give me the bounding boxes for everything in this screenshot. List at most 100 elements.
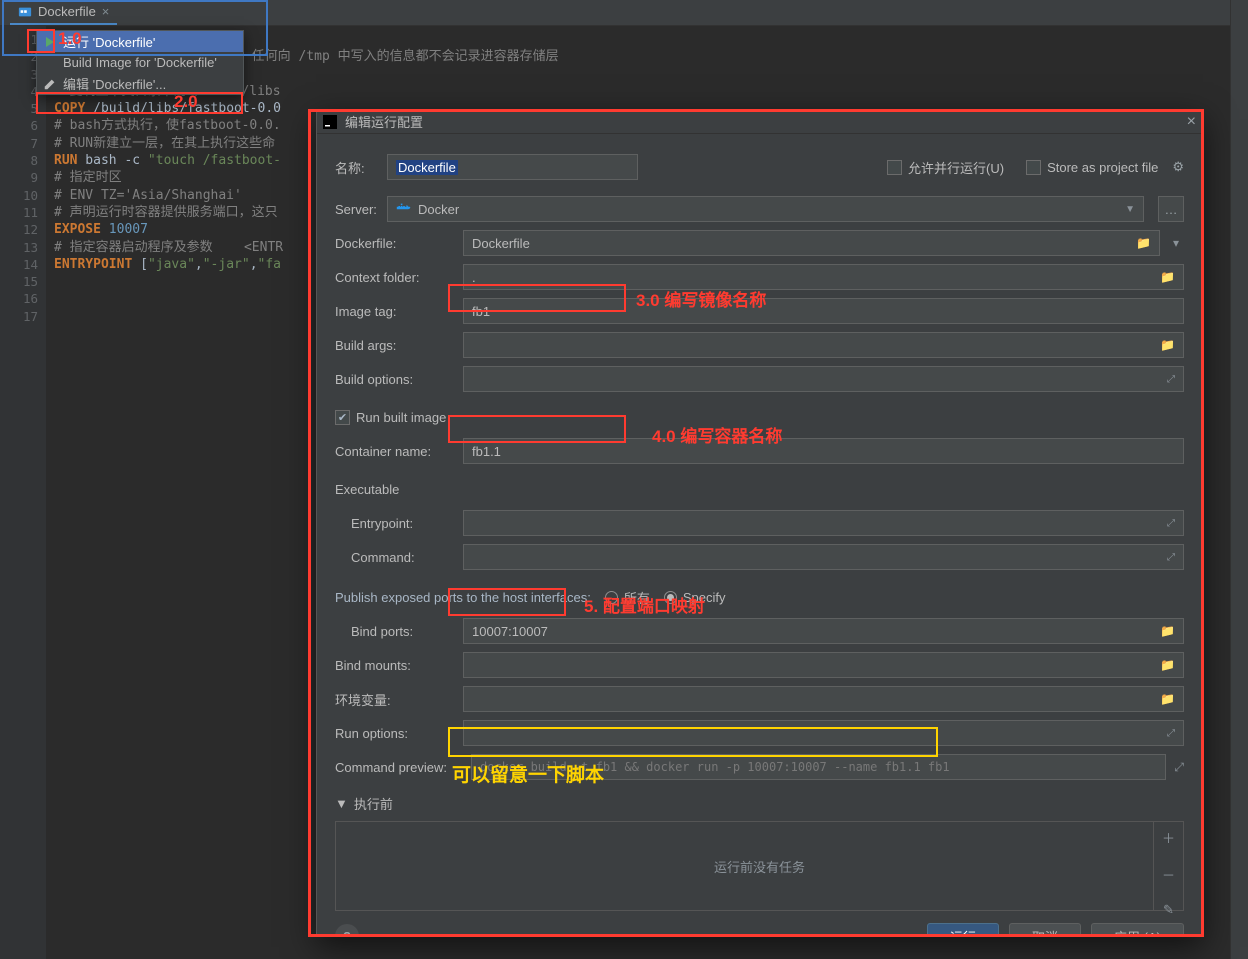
line-number: 2	[0, 48, 38, 65]
name-field[interactable]: Dockerfile	[387, 154, 638, 180]
store-project-checkbox[interactable]: Store as project file	[1026, 160, 1158, 175]
run-triangle-icon	[43, 35, 57, 49]
chevron-down-icon[interactable]: ▾	[1168, 236, 1184, 250]
server-dropdown[interactable]: Docker ▼	[387, 196, 1144, 222]
checkbox-icon: ✔	[335, 410, 350, 425]
publish-label: Publish exposed ports to the host interf…	[335, 590, 591, 605]
image-tag-field[interactable]	[463, 298, 1184, 324]
line-number: 4	[0, 83, 38, 100]
dialog-close-button[interactable]: ×	[1187, 113, 1196, 131]
folder-icon: 📁	[1160, 270, 1175, 284]
image-tag-input[interactable]	[472, 304, 1175, 319]
cancel-button[interactable]: 取消	[1009, 923, 1081, 936]
line-number: 10	[0, 187, 38, 204]
entrypoint-label: Entrypoint:	[335, 516, 455, 531]
line-number: 15	[0, 273, 38, 290]
checkbox-label: Store as project file	[1047, 160, 1158, 175]
bind-mounts-label: Bind mounts:	[335, 658, 455, 673]
folder-icon: 📁	[1160, 624, 1175, 638]
line-number: 13	[0, 239, 38, 256]
name-value: Dockerfile	[396, 160, 458, 175]
line-number: 17	[0, 308, 38, 325]
dialog-body: 名称: Dockerfile 允许并行运行(U) Store as projec…	[317, 134, 1202, 936]
ctx-label: Build Image for 'Dockerfile'	[63, 55, 217, 70]
tab-label: Dockerfile	[38, 4, 96, 19]
container-input[interactable]	[472, 444, 1175, 459]
folder-icon: 📁	[1160, 658, 1175, 672]
line-number: 11	[0, 204, 38, 221]
expand-icon[interactable]: ⤢	[1174, 760, 1184, 775]
line-number-gutter: 1 2 3 4 5 6 7 8 9 10 11 12 13 14 15 16 1…	[0, 26, 46, 959]
gear-icon[interactable]: ⚙	[1172, 159, 1184, 175]
container-field[interactable]	[463, 438, 1184, 464]
line-number: 9	[0, 169, 38, 186]
build-opts-field[interactable]: ⤢	[463, 366, 1184, 392]
dockerfile-label: Dockerfile:	[335, 236, 455, 251]
name-label: 名称:	[335, 158, 379, 177]
build-opts-label: Build options:	[335, 372, 455, 387]
ctx-item-build[interactable]: Build Image for 'Dockerfile'	[37, 52, 243, 73]
folder-icon: 📁	[1136, 236, 1151, 250]
folder-icon: 📁	[1160, 692, 1175, 706]
tab-close-icon[interactable]: ×	[102, 4, 110, 19]
server-label: Server:	[335, 202, 379, 217]
before-run-header[interactable]: ▼ 执行前	[335, 794, 1184, 813]
before-run-tasks: 运行前没有任务 ＋ － ✎	[335, 821, 1184, 911]
cmdprev-label: Command preview:	[335, 760, 463, 775]
no-tasks-label: 运行前没有任务	[714, 857, 805, 876]
line-number: 3	[0, 66, 38, 83]
line-number: 6	[0, 117, 38, 134]
apply-button[interactable]: 应用 (A)	[1091, 923, 1184, 936]
right-gutter-bar	[1230, 0, 1248, 959]
bind-mounts-field[interactable]: 📁	[463, 652, 1184, 678]
ctx-label: 运行 'Dockerfile'	[63, 32, 155, 51]
run-context-menu: 运行 'Dockerfile' Build Image for 'Dockerf…	[36, 30, 244, 95]
entrypoint-field[interactable]: ⤢	[463, 510, 1184, 536]
ctx-label: 编辑 'Dockerfile'...	[63, 74, 166, 93]
env-label: 环境变量:	[335, 690, 455, 709]
radio-specify[interactable]: Specify	[664, 590, 726, 605]
allow-parallel-checkbox[interactable]: 允许并行运行(U)	[887, 158, 1004, 177]
server-value: Docker	[418, 202, 459, 217]
runopts-field[interactable]: ⤢	[463, 720, 1184, 746]
context-field[interactable]: .📁	[463, 264, 1184, 290]
env-field[interactable]: 📁	[463, 686, 1184, 712]
expand-icon: ⤢	[1167, 518, 1175, 529]
edit-task-button[interactable]: ✎	[1163, 902, 1174, 918]
line-number: 14	[0, 256, 38, 273]
line-number: 8	[0, 152, 38, 169]
expand-icon: ⤢	[1167, 552, 1175, 563]
add-task-button[interactable]: ＋	[1162, 828, 1175, 847]
command-label: Command:	[335, 550, 455, 565]
dockerfile-field[interactable]: Dockerfile📁	[463, 230, 1160, 256]
folder-icon: 📁	[1160, 338, 1175, 352]
ctx-item-edit[interactable]: 编辑 'Dockerfile'...	[37, 73, 243, 94]
run-button[interactable]: 运行	[927, 923, 999, 936]
line-number: 5	[0, 100, 38, 117]
dialog-title: 编辑运行配置	[345, 112, 423, 131]
radio-icon	[664, 591, 677, 604]
image-tag-label: Image tag:	[335, 304, 455, 319]
help-button[interactable]: ?	[335, 924, 359, 936]
build-args-field[interactable]: 📁	[463, 332, 1184, 358]
line-number: 12	[0, 221, 38, 238]
editor-tab-bar: Dockerfile ×	[0, 0, 1248, 26]
ctx-item-run[interactable]: 运行 'Dockerfile'	[37, 31, 243, 52]
line-number: 7	[0, 135, 38, 152]
build-args-label: Build args:	[335, 338, 455, 353]
container-label: Container name:	[335, 444, 455, 459]
run-built-checkbox[interactable]: ✔ Run built image	[335, 410, 446, 425]
edit-run-config-dialog: 编辑运行配置 × 名称: Dockerfile 允许并行运行(U) Store …	[316, 109, 1203, 937]
bind-ports-input[interactable]	[472, 624, 1160, 639]
remove-task-button[interactable]: －	[1162, 865, 1175, 884]
tasks-toolbar: ＋ － ✎	[1153, 822, 1183, 910]
editor-tab-dockerfile[interactable]: Dockerfile ×	[10, 0, 117, 25]
command-field[interactable]: ⤢	[463, 544, 1184, 570]
radio-all[interactable]: 所有	[605, 588, 650, 607]
server-more-button[interactable]: …	[1158, 196, 1184, 222]
line-number: 16	[0, 290, 38, 307]
pencil-icon	[43, 77, 57, 91]
bind-ports-field[interactable]: 📁	[463, 618, 1184, 644]
executable-heading: Executable	[335, 482, 399, 497]
bind-ports-label: Bind ports:	[335, 624, 455, 639]
